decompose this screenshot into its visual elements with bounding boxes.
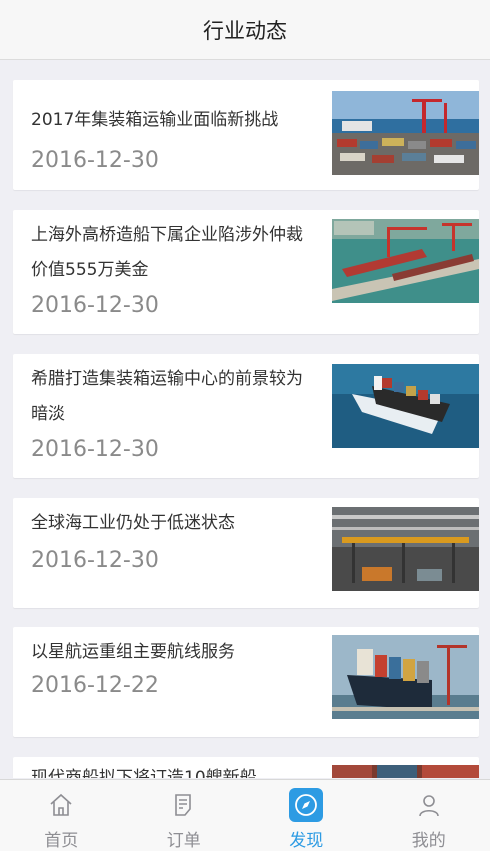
- news-list[interactable]: 2017年集装箱运输业面临新挑战 2016-12-30 上海外高桥造船下属企业陷…: [0, 60, 490, 778]
- tab-profile[interactable]: 我的: [368, 780, 490, 851]
- tab-orders[interactable]: 订单: [123, 780, 246, 851]
- news-card[interactable]: 以星航运重组主要航线服务 2016-12-22: [13, 627, 479, 737]
- news-title: 上海外高桥造船下属企业陷涉外仲裁 价值555万美金: [31, 225, 303, 280]
- news-thumbnail: [332, 219, 479, 303]
- news-card[interactable]: 2017年集装箱运输业面临新挑战 2016-12-30: [13, 80, 479, 190]
- tab-discover[interactable]: 发现: [245, 780, 368, 851]
- news-card[interactable]: 全球海工业仍处于低迷状态 2016-12-30: [13, 498, 479, 608]
- compass-icon: [289, 788, 324, 822]
- tab-label: 发现: [289, 831, 324, 851]
- news-thumbnail: [332, 91, 479, 175]
- news-title: 以星航运重组主要航线服务: [31, 642, 235, 662]
- news-card[interactable]: 希腊打造集装箱运输中心的前景较为暗淡 2016-12-30: [13, 354, 479, 478]
- news-card[interactable]: 上海外高桥造船下属企业陷涉外仲裁 价值555万美金 2016-12-30: [13, 210, 479, 334]
- page-title: 行业动态: [203, 18, 287, 43]
- tab-label: 我的: [411, 831, 446, 851]
- home-icon: [44, 788, 78, 822]
- news-title: 全球海工业仍处于低迷状态: [31, 513, 235, 533]
- news-date: 2016-12-30: [31, 148, 159, 173]
- news-thumbnail: [332, 765, 479, 778]
- news-date: 2016-12-30: [31, 548, 159, 573]
- news-thumbnail: [332, 364, 479, 448]
- header-bar: 行业动态: [0, 0, 490, 60]
- news-date: 2016-12-30: [31, 437, 159, 462]
- news-date: 2016-12-30: [31, 293, 159, 318]
- news-thumbnail: [332, 507, 479, 591]
- news-card[interactable]: 现代商船拟下将订造10艘新船: [13, 757, 479, 778]
- news-title: 现代商船拟下将订造10艘新船: [31, 768, 257, 778]
- bottom-tab-bar: 首页 订单 发现 我的: [0, 779, 490, 851]
- news-title: 希腊打造集装箱运输中心的前景较为暗淡: [31, 369, 303, 424]
- news-date: 2016-12-22: [31, 673, 159, 698]
- news-thumbnail: [332, 635, 479, 719]
- tab-home[interactable]: 首页: [0, 780, 123, 851]
- tab-label: 首页: [44, 831, 79, 851]
- user-icon: [412, 788, 446, 822]
- tab-label: 订单: [166, 831, 201, 851]
- order-icon: [167, 788, 201, 822]
- news-title: 2017年集装箱运输业面临新挑战: [31, 110, 279, 130]
